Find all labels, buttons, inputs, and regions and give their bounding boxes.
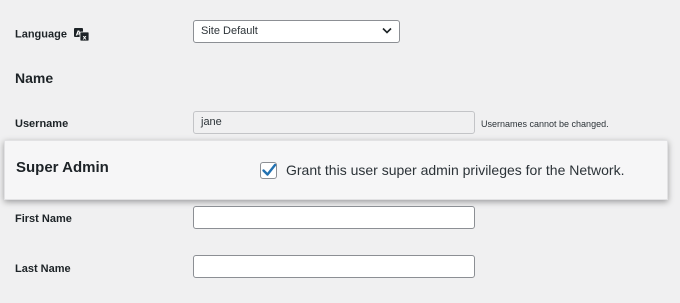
first-name-input[interactable] bbox=[193, 206, 475, 229]
super-admin-checkbox-label[interactable]: Grant this user super admin privileges f… bbox=[286, 162, 624, 178]
language-select[interactable]: Site Default bbox=[193, 20, 400, 43]
username-note: Usernames cannot be changed. bbox=[481, 119, 609, 129]
super-admin-label: Super Admin bbox=[16, 159, 109, 176]
last-name-label: Last Name bbox=[15, 263, 71, 275]
language-label-row: Language A x bbox=[15, 28, 90, 42]
first-name-label: First Name bbox=[15, 213, 72, 225]
super-admin-checkbox[interactable] bbox=[260, 162, 277, 179]
username-label: Username bbox=[15, 118, 69, 130]
svg-text:x: x bbox=[83, 35, 87, 42]
language-label: Language bbox=[15, 28, 67, 41]
checkmark-icon bbox=[262, 163, 277, 176]
language-select-value: Site Default bbox=[201, 25, 258, 37]
username-value: jane bbox=[201, 116, 222, 128]
name-section-heading: Name bbox=[15, 70, 54, 86]
username-input: jane bbox=[193, 111, 475, 134]
last-name-input[interactable] bbox=[193, 255, 475, 278]
translate-icon: A x bbox=[74, 28, 90, 42]
chevron-down-icon bbox=[382, 27, 392, 34]
super-admin-panel: Super Admin Grant this user super admin … bbox=[4, 140, 668, 200]
